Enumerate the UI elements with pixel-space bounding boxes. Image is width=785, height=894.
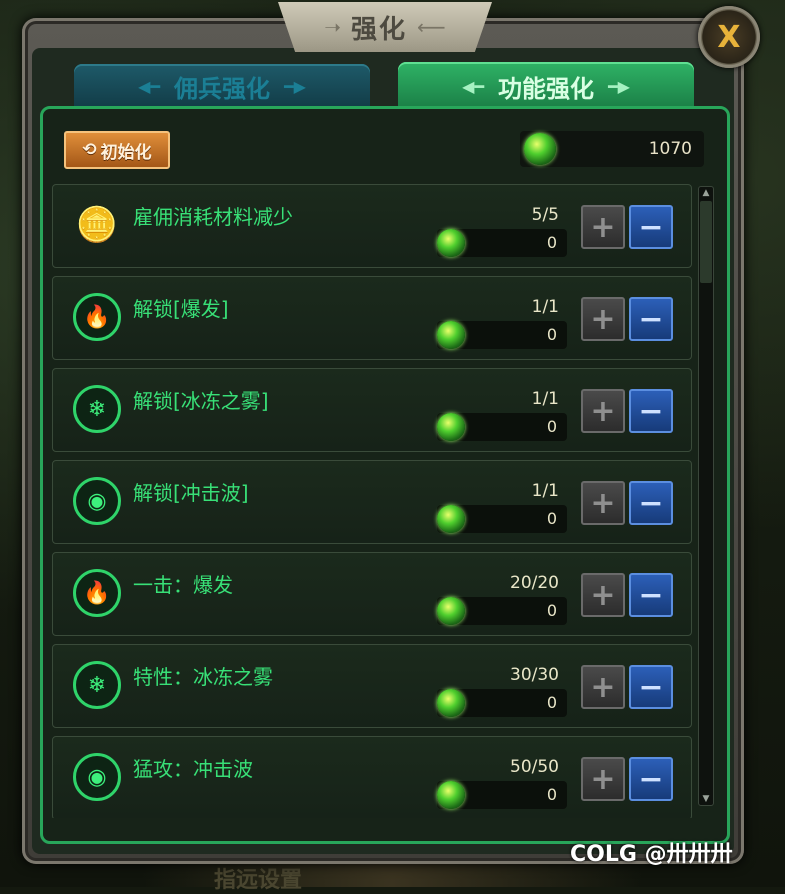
upgrade-list: 🪙 雇佣消耗材料减少 5/5 0 + − 🔥 解锁[爆发] 1/1 0 + − … [52,184,692,818]
minus-button[interactable]: − [629,757,673,801]
upgrade-name: 解锁[冰冻之雾] [133,389,269,413]
upgrade-level: 1/1 [531,481,559,501]
list-item: 🪙 雇佣消耗材料减少 5/5 0 + − [52,184,692,268]
green-frog-orb-icon [437,413,465,441]
upgrade-level: 1/1 [531,297,559,317]
green-frog-orb-icon [437,505,465,533]
scrollbar[interactable]: ▲ ▼ [698,186,714,806]
green-frog-orb-icon [437,689,465,717]
scroll-down-icon[interactable]: ▼ [699,793,713,805]
background-hint-text: 指远设置 [214,868,303,893]
reset-button[interactable]: ⟲ 初始化 [64,131,170,169]
cost-value: 0 [546,785,557,804]
upgrade-cost: 0 [437,689,567,717]
upgrade-cost: 0 [437,321,567,349]
coin-stack-icon: 🪙 [75,205,119,245]
frost-lock-icon: ❄ [73,385,121,433]
green-frog-orb-icon [437,781,465,809]
scrollbar-thumb[interactable] [700,201,712,283]
upgrade-cost: 0 [437,781,567,809]
cost-value: 0 [546,509,557,528]
tab-arrow-right-icon: ━▶ [284,76,306,96]
upgrade-level: 1/1 [531,389,559,409]
minus-button[interactable]: − [629,665,673,709]
list-item: 🔥 一击：爆发 20/20 0 + − [52,552,692,636]
upgrade-cost: 0 [437,229,567,257]
shockwave-icon: ◉ [73,753,121,801]
burst-lock-icon: 🔥 [73,293,121,341]
green-frog-orb-icon [437,321,465,349]
cost-value: 0 [546,325,557,344]
watermark: COLG @卅卅卅 [570,842,733,867]
shockwave-lock-icon: ◉ [73,477,121,525]
upgrade-name: 雇佣消耗材料减少 [133,205,293,229]
upgrade-level: 20/20 [510,573,559,593]
plus-button[interactable]: + [581,757,625,801]
currency-display: 1070 [520,131,704,167]
green-frog-orb-icon [524,133,556,165]
minus-button[interactable]: − [629,389,673,433]
plus-button[interactable]: + [581,205,625,249]
upgrade-level: 5/5 [531,205,559,225]
title-arrow-right-icon: ⟵ [417,15,446,39]
upgrade-name: 解锁[爆发] [133,297,229,321]
list-item: ❄ 解锁[冰冻之雾] 1/1 0 + − [52,368,692,452]
title-arrow-left-icon: ➝ [324,15,342,39]
plus-button[interactable]: + [581,389,625,433]
plus-button[interactable]: + [581,481,625,525]
burst-icon: 🔥 [73,569,121,617]
title-plate: ➝ 强化 ⟵ [278,2,492,52]
list-item: ◉ 猛攻：冲击波 50/50 0 + − [52,736,692,818]
close-icon: X [717,19,741,55]
tab-function-upgrade[interactable]: ◀━ 功能强化 ━▶ [398,62,694,110]
dialog-title: 强化 [351,14,408,45]
cost-value: 0 [546,417,557,436]
tab-arrow-right-icon: ━▶ [608,76,630,96]
upgrade-name: 猛攻：冲击波 [133,757,253,781]
upgrade-name: 一击：爆发 [133,573,233,597]
upgrade-cost: 0 [437,413,567,441]
currency-amount: 1070 [648,139,692,159]
close-button[interactable]: X [698,6,760,68]
reset-button-label: 初始化 [100,142,152,163]
tab-mercenary-upgrade[interactable]: ◀━ 佣兵强化 ━▶ [74,64,370,108]
minus-button[interactable]: − [629,297,673,341]
upgrade-name: 解锁[冲击波] [133,481,249,505]
green-frog-orb-icon [437,597,465,625]
upgrade-cost: 0 [437,505,567,533]
list-item: ❄ 特性：冰冻之雾 30/30 0 + − [52,644,692,728]
green-frog-orb-icon [437,229,465,257]
list-item: 🔥 解锁[爆发] 1/1 0 + − [52,276,692,360]
list-item: ◉ 解锁[冲击波] 1/1 0 + − [52,460,692,544]
cost-value: 0 [546,233,557,252]
minus-button[interactable]: − [629,205,673,249]
minus-button[interactable]: − [629,481,673,525]
plus-button[interactable]: + [581,665,625,709]
refresh-icon: ⟲ [82,140,97,160]
plus-button[interactable]: + [581,573,625,617]
upgrade-name: 特性：冰冻之雾 [133,665,273,689]
upgrade-level: 30/30 [510,665,559,685]
upgrade-cost: 0 [437,597,567,625]
tab-arrow-left-icon: ◀━ [138,76,160,96]
minus-button[interactable]: − [629,573,673,617]
scroll-up-icon[interactable]: ▲ [699,187,713,199]
plus-button[interactable]: + [581,297,625,341]
cost-value: 0 [546,601,557,620]
upgrade-level: 50/50 [510,757,559,777]
cost-value: 0 [546,693,557,712]
tab-label: 佣兵强化 [174,74,270,103]
frost-icon: ❄ [73,661,121,709]
tab-arrow-left-icon: ◀━ [462,76,484,96]
tab-label: 功能强化 [498,74,594,103]
